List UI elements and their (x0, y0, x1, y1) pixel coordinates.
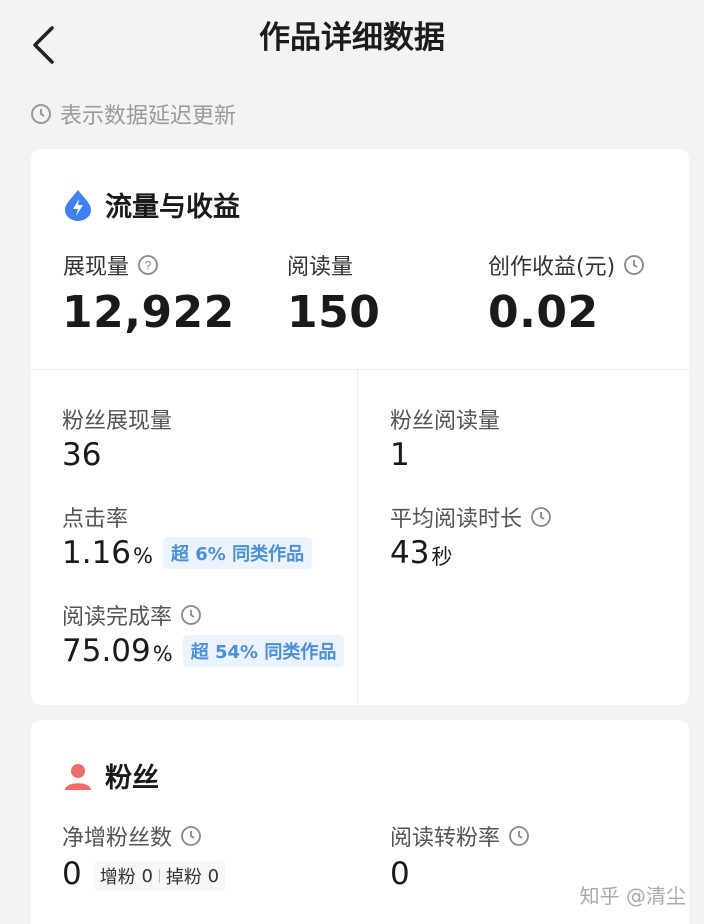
clock-icon (508, 825, 530, 847)
conversion-label: 阅读转粉率 (390, 820, 530, 852)
delay-notice: 表示数据延迟更新 (30, 98, 236, 130)
reads-value: 150 (287, 287, 381, 338)
completion-label: 阅读完成率 (62, 599, 202, 631)
help-icon[interactable]: ? (137, 254, 159, 276)
impressions-label: 展现量 ? (63, 249, 159, 281)
user-icon (63, 761, 93, 791)
flash-drop-icon (63, 189, 93, 221)
net-growth-value: 0 增粉 0 掉粉 0 (62, 856, 226, 892)
earnings-value: 0.02 (488, 287, 599, 338)
clock-icon (180, 604, 202, 626)
impressions-value: 12,922 (62, 287, 235, 338)
completion-value: 75.09% 超 54% 同类作品 (62, 633, 345, 669)
top-bar: 作品详细数据 (0, 0, 704, 90)
page-title: 作品详细数据 (259, 20, 445, 56)
clock-icon (180, 825, 202, 847)
divider (357, 369, 358, 705)
fan-reads-label: 粉丝阅读量 (390, 409, 501, 434)
traffic-card: 流量与收益 展现量 ? 12,922 阅读量 150 创作收益(元) 0.02 … (31, 149, 689, 705)
net-growth-label: 净增粉丝数 (62, 820, 202, 852)
traffic-card-title: 流量与收益 (63, 185, 240, 224)
svg-text:?: ? (145, 259, 152, 273)
gain-loss-breakdown: 增粉 0 掉粉 0 (93, 861, 226, 891)
fans-card-title: 粉丝 (63, 756, 159, 795)
delay-notice-text: 表示数据延迟更新 (60, 104, 237, 129)
fan-reads-value: 1 (390, 437, 410, 473)
fan-impressions-value: 36 (62, 437, 102, 473)
avg-read-time-label: 平均阅读时长 (390, 501, 552, 533)
earnings-label: 创作收益(元) (488, 249, 645, 281)
completion-comparison-badge: 超 54% 同类作品 (182, 635, 345, 667)
watermark: 知乎 @清尘 (579, 884, 686, 908)
avg-read-time-value: 43 秒 (390, 535, 453, 571)
ctr-comparison-badge: 超 6% 同类作品 (163, 537, 313, 569)
divider (31, 369, 689, 370)
conversion-value: 0 (390, 856, 410, 892)
ctr-label: 点击率 (62, 507, 129, 532)
clock-icon (30, 103, 52, 125)
clock-icon (623, 254, 645, 276)
clock-icon (530, 506, 552, 528)
reads-label: 阅读量 (287, 255, 354, 280)
ctr-value: 1.16% 超 6% 同类作品 (62, 535, 313, 571)
fan-impressions-label: 粉丝展现量 (62, 409, 173, 434)
